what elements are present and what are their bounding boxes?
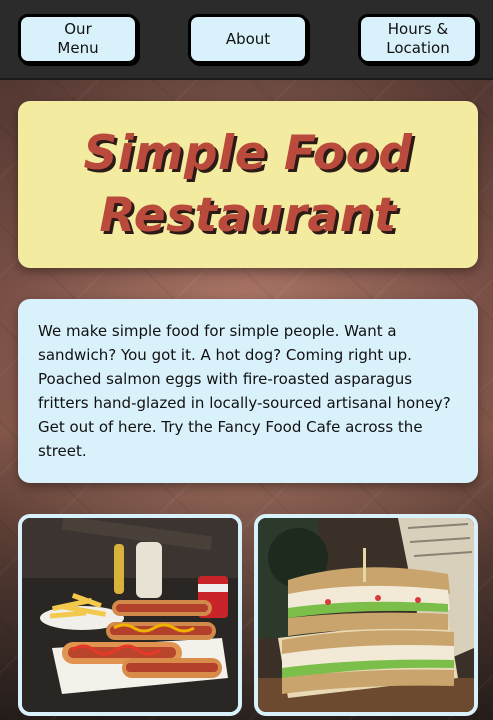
about-text-box: We make simple food for simple people. W… — [18, 299, 478, 483]
page-title: Simple Food Restaurant — [83, 125, 413, 243]
about-paragraph: We make simple food for simple people. W… — [38, 322, 451, 460]
hours-location-label: Hours & Location — [386, 20, 450, 57]
hot-dogs-image — [22, 518, 238, 712]
our-menu-label: Our Menu — [57, 20, 99, 57]
hero-title-box: Simple Food Restaurant — [18, 101, 478, 268]
hot-dogs-photo — [18, 514, 242, 716]
sandwich-photo — [254, 514, 478, 716]
about-label: About — [225, 29, 271, 48]
top-navigation: Our Menu About Hours & Location — [0, 0, 493, 80]
our-menu-button[interactable]: Our Menu — [18, 14, 138, 64]
sandwich-image — [258, 518, 474, 712]
hours-location-button[interactable]: Hours & Location — [358, 14, 478, 64]
about-button[interactable]: About — [188, 14, 308, 64]
